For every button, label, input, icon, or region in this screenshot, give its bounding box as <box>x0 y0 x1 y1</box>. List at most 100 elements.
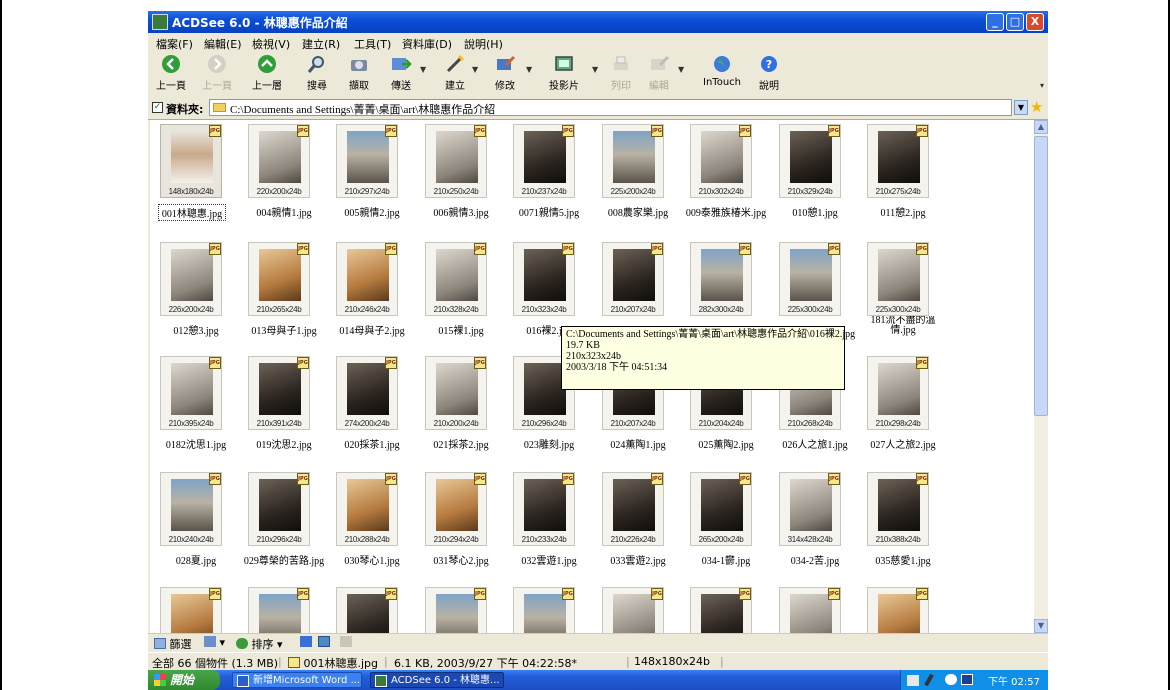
thumbnail-item[interactable]: JPG <box>240 587 328 633</box>
menu-edit[interactable]: 編輯(E) <box>204 36 242 52</box>
thumbnail-frame: JPG 210x294x24b <box>425 472 487 546</box>
thumbnail-item[interactable]: JPG 210x395x24b 0182沈思1.jpg <box>152 356 240 462</box>
toolbar-up-button[interactable]: 上一層 <box>250 53 284 92</box>
close-button[interactable]: X <box>1026 13 1044 31</box>
keyboard-icon[interactable] <box>907 675 919 686</box>
thumbnail-item[interactable]: JPG 225x200x24b 008農家樂.jpg <box>594 124 682 230</box>
create-dropdown-arrow[interactable]: ▼ <box>472 65 478 74</box>
thumbnail-item[interactable]: JPG 210x265x24b 013母與子1.jpg <box>240 242 328 348</box>
toolbar-edit-button[interactable]: 編輯 <box>644 53 674 92</box>
send-dropdown-arrow[interactable]: ▼ <box>420 65 426 74</box>
maximize-button[interactable]: □ <box>1006 13 1024 31</box>
thumbnail-dimensions: 210x328x24b <box>433 305 479 314</box>
thumbnail-item[interactable]: JPG 210x294x24b 031琴心2.jpg <box>417 472 505 578</box>
address-checkbox[interactable]: ✓ <box>152 102 163 113</box>
properties-button[interactable] <box>340 636 352 649</box>
pen-icon[interactable] <box>924 673 934 687</box>
edit-dropdown-arrow[interactable]: ▼ <box>678 65 684 74</box>
toolbar-overflow-arrow[interactable]: ▾ <box>1040 81 1044 90</box>
menu-create[interactable]: 建立(R) <box>302 36 340 52</box>
thumbnail-item[interactable]: JPG 210x240x24b 028夏.jpg <box>152 472 240 578</box>
thumbnail-item[interactable]: JPG 210x200x24b 021採茶2.jpg <box>417 356 505 462</box>
ime-icon[interactable] <box>961 674 973 685</box>
title-bar[interactable]: ACDSee 6.0 - 林聰惠作品介紹 _ □ X <box>148 11 1048 33</box>
thumbnail-item[interactable]: JPG 274x200x24b 020採茶1.jpg <box>328 356 416 462</box>
thumbnail-item[interactable]: JPG 210x391x24b 019沈思2.jpg <box>240 356 328 462</box>
calendar-button[interactable] <box>318 636 330 649</box>
slideshow-dropdown-arrow[interactable]: ▼ <box>592 65 598 74</box>
thumbnail-item[interactable]: JPG 210x302x24b 009泰雅族椿米.jpg <box>682 124 770 230</box>
menu-help[interactable]: 說明(H) <box>464 36 503 52</box>
thumbnail-size-button[interactable] <box>300 636 312 649</box>
toolbar-send-button[interactable]: 傳送 <box>386 53 416 92</box>
language-bar-icon[interactable] <box>945 674 957 685</box>
thumbnail-item[interactable]: JPG 210x296x24b 029尊榮的苦路.jpg <box>240 472 328 578</box>
thumbnail-dimensions: 210x294x24b <box>433 535 479 544</box>
thumbnail-dimensions: 220x200x24b <box>256 187 302 196</box>
view-mode-button[interactable]: ▾ <box>204 636 225 649</box>
thumbnail-item[interactable]: JPG 210x288x24b 030琴心1.jpg <box>328 472 416 578</box>
menu-view[interactable]: 檢視(V) <box>252 36 290 52</box>
toolbar-forward-button[interactable]: 上一頁 <box>200 53 234 92</box>
thumbnail-item[interactable]: JPG 226x200x24b 012憩3.jpg <box>152 242 240 348</box>
thumbnail-item[interactable]: JPG 314x428x24b 034-2苦.jpg <box>771 472 859 578</box>
thumbnail-item[interactable]: JPG <box>771 587 859 633</box>
minimize-button[interactable]: _ <box>986 13 1004 31</box>
thumbnail-dimensions: 210x268x24b <box>787 419 833 428</box>
thumbnail-item[interactable]: JPG 210x275x24b 011憩2.jpg <box>859 124 947 230</box>
sort-button[interactable]: 排序 ▾ <box>236 636 283 652</box>
address-dropdown-button[interactable]: ▼ <box>1014 100 1028 115</box>
thumbnail-item[interactable]: JPG 210x226x24b 033雲遊2.jpg <box>594 472 682 578</box>
toolbar-acquire-button[interactable]: 擷取 <box>344 53 374 92</box>
toolbar-slideshow-button[interactable]: 投影片 <box>546 53 582 92</box>
toolbar-print-button[interactable]: 列印 <box>606 53 636 92</box>
menu-database[interactable]: 資料庫(D) <box>402 36 452 52</box>
thumbnail-item[interactable]: JPG 210x297x24b 005親情2.jpg <box>328 124 416 230</box>
toolbar-back-button[interactable]: 上一頁 <box>154 53 188 92</box>
toolbar-create-button[interactable]: 建立 <box>440 53 470 92</box>
thumbnail-item[interactable]: JPG <box>505 587 593 633</box>
taskbar-acdsee-button[interactable]: ACDSee 6.0 - 林聰惠... <box>370 672 504 688</box>
modify-dropdown-arrow[interactable]: ▼ <box>526 65 532 74</box>
thumbnail-item[interactable]: JPG <box>682 587 770 633</box>
address-field[interactable]: C:\Documents and Settings\菁菁\桌面\art\林聰惠作… <box>209 99 1012 116</box>
toolbar-help-button[interactable]: ? 說明 <box>754 53 784 92</box>
menu-file[interactable]: 檔案(F) <box>156 36 193 52</box>
scroll-up-button[interactable]: ▲ <box>1034 120 1048 134</box>
scroll-thumb[interactable] <box>1034 136 1048 416</box>
scroll-down-button[interactable]: ▼ <box>1034 619 1048 633</box>
sculpture-photo <box>878 131 920 183</box>
thumbnail-item[interactable]: JPG <box>152 587 240 633</box>
thumbnail-item[interactable]: JPG 210x329x24b 010憩1.jpg <box>771 124 859 230</box>
taskbar-word-button[interactable]: 新增Microsoft Word ... <box>232 672 362 688</box>
toolbar-search-button[interactable]: 搜尋 <box>302 53 332 92</box>
thumbnail-item[interactable]: JPG 210x233x24b 032雲遊1.jpg <box>505 472 593 578</box>
filter-button[interactable]: 篩選 <box>154 636 192 652</box>
thumbnail-item[interactable]: JPG 210x237x24b 0071親情5.jpg <box>505 124 593 230</box>
jpg-badge-icon: JPG <box>562 243 574 255</box>
acdsee-app-icon[interactable] <box>152 14 168 30</box>
toolbar-modify-button[interactable]: 修改 <box>490 53 520 92</box>
thumbnail-item[interactable]: JPG 220x200x24b 004親情1.jpg <box>240 124 328 230</box>
thumbnail-item[interactable]: JPG 210x388x24b 035慈愛1.jpg <box>859 472 947 578</box>
thumbnail-item[interactable]: JPG 210x298x24b 027人之旅2.jpg <box>859 356 947 462</box>
thumbnail-item[interactable]: JPG <box>328 587 416 633</box>
favorites-star-icon[interactable]: ★ <box>1030 98 1043 116</box>
menu-tools[interactable]: 工具(T) <box>354 36 391 52</box>
tooltip-size: 19.7 KB <box>566 340 600 351</box>
thumbnail-dimensions: 282x300x24b <box>698 305 744 314</box>
vertical-scrollbar[interactable]: ▲ ▼ <box>1034 120 1048 633</box>
thumbnail-item[interactable]: JPG 210x250x24b 006親情3.jpg <box>417 124 505 230</box>
thumbnail-item[interactable]: JPG <box>417 587 505 633</box>
thumbnail-item[interactable]: JPG 265x200x24b 034-1鬱.jpg <box>682 472 770 578</box>
thumbnail-dimensions: 265x200x24b <box>698 535 744 544</box>
thumbnail-item[interactable]: JPG 225x300x24b 181流不盡的溫情.jpg <box>859 242 947 348</box>
start-button[interactable]: 開始 <box>148 670 220 690</box>
jpg-badge-icon: JPG <box>828 125 840 137</box>
thumbnail-item[interactable]: JPG 210x246x24b 014母與子2.jpg <box>328 242 416 348</box>
thumbnail-item[interactable]: JPG 210x328x24b 015裸1.jpg <box>417 242 505 348</box>
thumbnail-item[interactable]: JPG 148x180x24b 001林聰惠.jpg <box>152 124 240 230</box>
toolbar-intouch-button[interactable]: InTouch <box>700 53 744 88</box>
thumbnail-item[interactable]: JPG <box>594 587 682 633</box>
thumbnail-item[interactable]: JPG <box>859 587 947 633</box>
